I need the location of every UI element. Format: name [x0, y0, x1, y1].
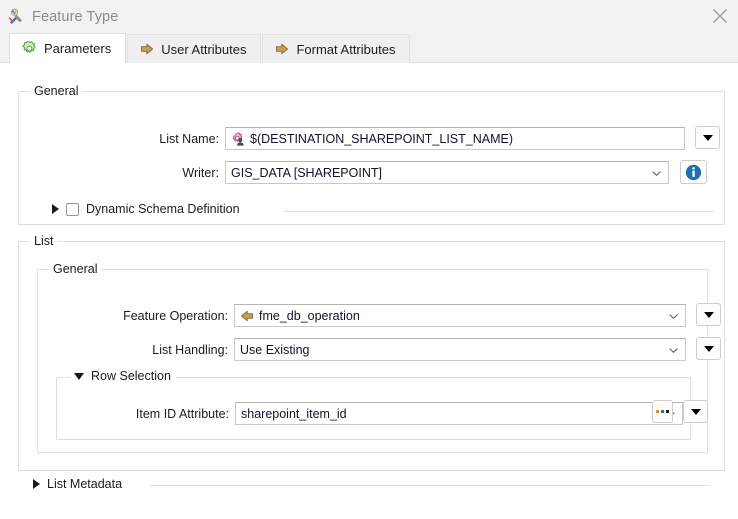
window-title: Feature Type: [32, 8, 119, 25]
row-selection-legend: Row Selection: [91, 369, 171, 383]
feature-operation-value: fme_db_operation: [259, 308, 360, 323]
dynamic-schema-divider: [284, 211, 714, 212]
gear-icon: [22, 40, 37, 56]
item-id-attribute-combobox[interactable]: sharepoint_item_id: [235, 402, 683, 425]
writer-label: Writer:: [182, 166, 219, 180]
item-id-attribute-ellipsis-button[interactable]: [652, 400, 673, 423]
list-handling-combobox[interactable]: Use Existing: [234, 338, 686, 361]
dropdown-arrow-icon: [690, 408, 701, 415]
chevron-down-icon: [652, 170, 661, 176]
item-id-attribute-value: sharepoint_item_id: [241, 406, 347, 421]
tab-label: Format Attributes: [296, 41, 396, 57]
chevron-down-icon: [669, 313, 678, 319]
list-name-input[interactable]: $(DESTINATION_SHAREPOINT_LIST_NAME): [225, 127, 685, 150]
dropdown-arrow-icon: [702, 134, 713, 141]
arrow-right-icon: [275, 42, 289, 56]
chevron-down-icon[interactable]: [74, 372, 84, 380]
list-name-label: List Name:: [159, 132, 219, 146]
list-metadata-divider: [150, 485, 710, 486]
chevron-right-icon[interactable]: [52, 204, 59, 214]
general-group: General List Name: $(DESTINATION_SHAREPO…: [18, 84, 725, 225]
dynamic-schema-definition-expander[interactable]: Dynamic Schema Definition: [52, 202, 240, 216]
attribute-arrow-icon: [240, 309, 254, 323]
list-general-group: General Feature Operation: fme_db_operat…: [37, 262, 721, 453]
tab-user-attributes[interactable]: User Attributes: [127, 34, 262, 63]
info-icon: [685, 164, 702, 180]
list-group-legend: List: [30, 234, 58, 248]
item-id-attribute-label: Item ID Attribute:: [135, 407, 229, 421]
list-metadata-label: List Metadata: [47, 477, 123, 491]
feature-type-icon: [7, 8, 24, 25]
chevron-down-icon: [669, 347, 678, 353]
writer-combobox[interactable]: GIS_DATA [SHAREPOINT]: [225, 161, 669, 184]
user-parameter-icon: [231, 131, 245, 146]
feature-operation-dropdown-button[interactable]: [696, 303, 721, 326]
list-group: List General Feature Operation: fme_db_o…: [18, 234, 725, 471]
window-titlebar: Feature Type: [0, 0, 738, 33]
feature-operation-combobox[interactable]: fme_db_operation: [234, 304, 686, 327]
row-selection-expander[interactable]: Row Selection: [71, 369, 176, 383]
writer-info-button[interactable]: [680, 160, 707, 184]
writer-value: GIS_DATA [SHAREPOINT]: [231, 165, 382, 180]
dropdown-arrow-icon: [703, 345, 714, 352]
close-icon[interactable]: [710, 6, 730, 26]
list-handling-dropdown-button[interactable]: [696, 337, 721, 360]
tab-label: User Attributes: [161, 41, 247, 57]
item-id-attribute-dropdown-button[interactable]: [683, 400, 708, 423]
parameters-panel: General List Name: $(DESTINATION_SHAREPO…: [0, 63, 738, 519]
tab-strip: Parameters User Attributes Format Attrib…: [0, 33, 738, 63]
tab-label: Parameters: [44, 41, 112, 56]
list-general-legend: General: [49, 262, 102, 276]
row-selection-group: Row Selection Item ID Attribute: sharepo…: [56, 369, 691, 440]
list-name-dropdown-button[interactable]: [695, 126, 720, 149]
dropdown-arrow-icon: [703, 311, 714, 318]
ellipsis-icon: [656, 410, 669, 413]
arrow-right-icon: [140, 42, 154, 56]
chevron-right-icon[interactable]: [33, 479, 40, 489]
list-handling-label: List Handling:: [152, 343, 228, 357]
dynamic-schema-checkbox[interactable]: [66, 202, 79, 216]
tab-parameters[interactable]: Parameters: [9, 33, 127, 63]
dynamic-schema-label: Dynamic Schema Definition: [86, 202, 240, 216]
feature-operation-label: Feature Operation:: [123, 309, 228, 323]
general-group-legend: General: [30, 84, 83, 98]
tab-format-attributes[interactable]: Format Attributes: [262, 34, 411, 63]
list-name-value: $(DESTINATION_SHAREPOINT_LIST_NAME): [250, 131, 514, 146]
list-metadata-expander[interactable]: List Metadata: [33, 477, 122, 491]
list-handling-value: Use Existing: [240, 342, 310, 357]
